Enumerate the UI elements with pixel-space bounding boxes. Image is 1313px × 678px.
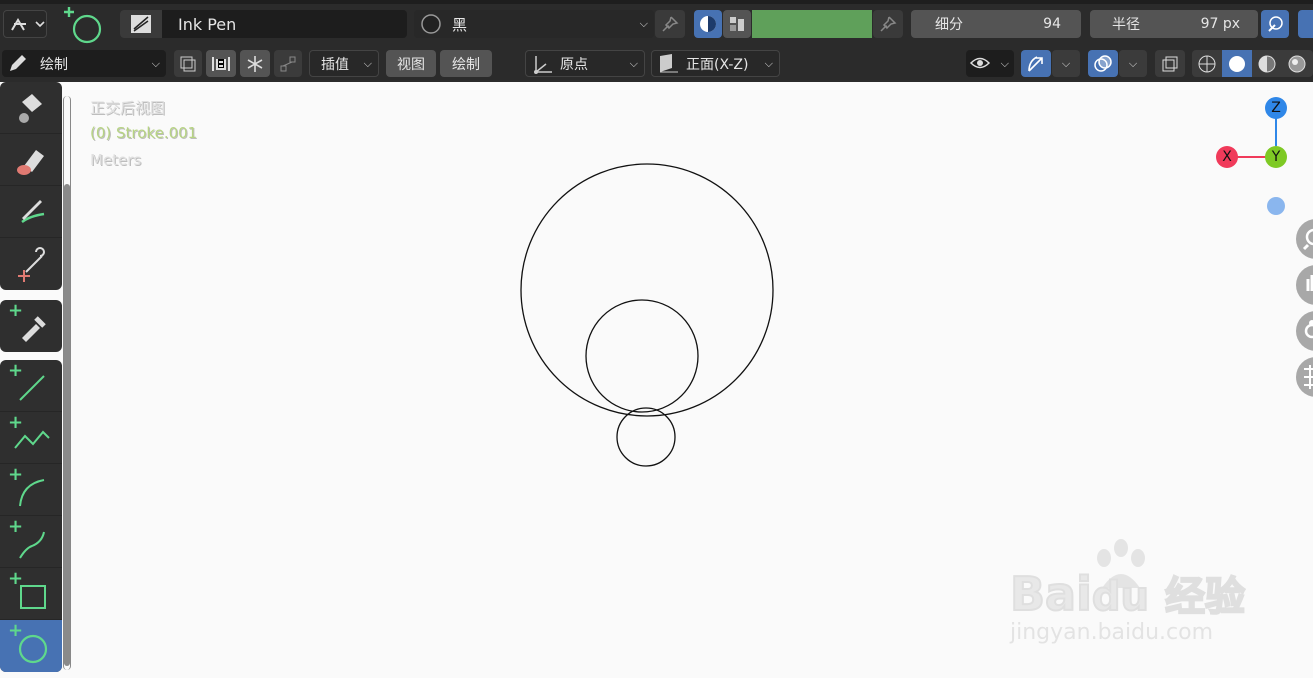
watermark-brand-du: du [1091,573,1150,621]
watermark-url: jingyan.baidu.com [1010,620,1214,645]
x-axis-button[interactable]: X [1216,146,1238,168]
stroke-circle-medium [585,299,699,413]
camera-icon [1304,320,1313,339]
stroke-circle-small [616,407,676,467]
hand-icon [1306,275,1313,291]
y-axis-button[interactable]: Y [1265,146,1287,168]
negative-z-axis-button[interactable] [1267,197,1285,215]
ortho-toggle-button[interactable] [1296,357,1313,397]
grid-icon [1304,365,1313,389]
watermark-brand: Bai [1009,566,1093,622]
z-axis-button[interactable]: Z [1265,97,1287,119]
watermark: Baidu 经验 jingyan.baidu.com [1009,538,1250,648]
y-axis-label: Y [1271,149,1281,165]
magnifier-icon [1302,228,1313,251]
camera-button[interactable] [1296,311,1313,351]
zoom-button[interactable] [1296,219,1313,259]
z-axis-label: Z [1271,100,1281,116]
x-axis-label: X [1222,149,1232,165]
watermark-brand-cn: 经验 [1164,573,1246,621]
pan-button[interactable] [1296,265,1313,305]
stroke-circle-large [520,163,774,417]
